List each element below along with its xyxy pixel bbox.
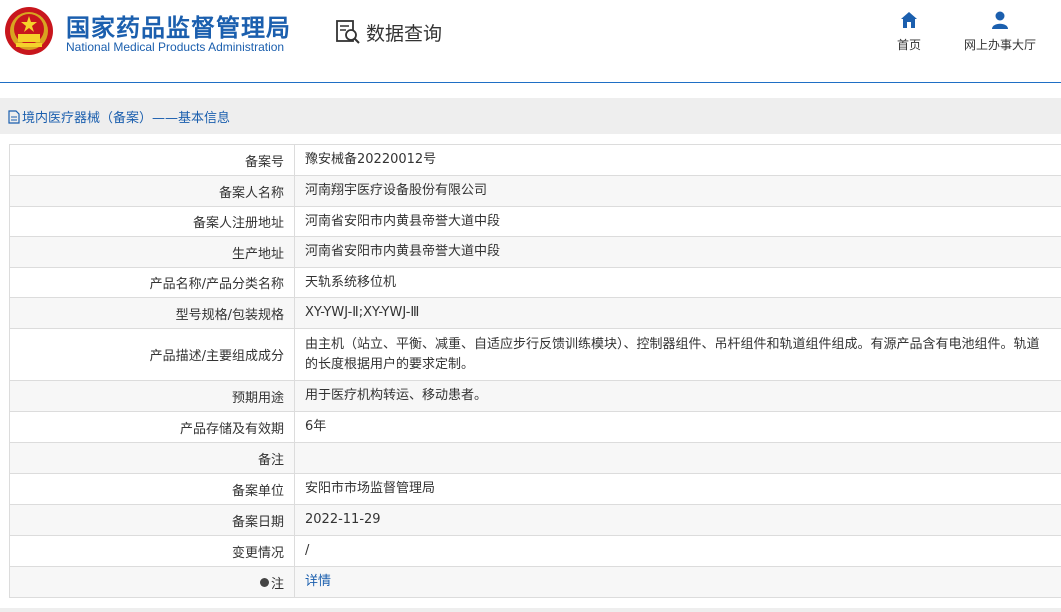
row-value: 6年 — [305, 419, 327, 434]
table-row: 变更情况 / — [10, 536, 1061, 567]
row-value: 河南翔宇医疗设备股份有限公司 — [305, 183, 488, 198]
data-query-label: 数据查询 — [366, 22, 443, 45]
row-label: 备案人名称 — [10, 176, 295, 206]
site-subtitle: National Medical Products Administration — [66, 40, 285, 54]
row-label: 产品存储及有效期 — [10, 412, 295, 442]
note-bulb-icon — [259, 577, 269, 587]
row-value: / — [305, 543, 310, 558]
row-label: 产品名称/产品分类名称 — [10, 268, 295, 297]
row-label: 备案日期 — [10, 505, 295, 535]
details-link[interactable]: 详情 — [305, 572, 331, 592]
row-value: 天轨系统移位机 — [305, 274, 397, 290]
site-title: 国家药品监督管理局 — [66, 14, 291, 42]
site-header: 国家药品监督管理局 National Medical Products Admi… — [0, 0, 1061, 82]
table-row: 备案单位 安阳市市场监督管理局 — [10, 474, 1061, 505]
row-value: 河南省安阳市内黄县帝誉大道中段 — [305, 244, 501, 259]
user-icon — [992, 11, 1008, 29]
row-value — [295, 443, 1061, 473]
row-label: 生产地址 — [10, 237, 295, 267]
table-row: 备案人名称 河南翔宇医疗设备股份有限公司 — [10, 176, 1061, 207]
row-value: 河南省安阳市内黄县帝誉大道中段 — [305, 213, 501, 229]
breadcrumb: 境内医疗器械（备案）——基本信息 — [8, 107, 230, 126]
table-row: 注 详情 — [10, 567, 1061, 598]
row-value: XY-YWJ-Ⅱ;XY-YWJ-Ⅲ — [305, 305, 420, 320]
row-label: 产品描述/主要组成成分 — [10, 329, 295, 380]
data-query-title[interactable]: 数据查询 — [334, 18, 442, 46]
table-row: 预期用途 用于医疗机构转运、移动患者。 — [10, 381, 1061, 412]
breadcrumb-text: 境内医疗器械（备案）——基本信息 — [22, 111, 231, 126]
table-row: 备案号 豫安械备20220012号 — [10, 145, 1061, 176]
table-row: 生产地址 河南省安阳市内黄县帝誉大道中段 — [10, 237, 1061, 268]
row-value: 2022-11-29 — [305, 512, 381, 527]
nav-home[interactable]: 首页 — [892, 10, 926, 53]
row-label: 型号规格/包装规格 — [10, 298, 295, 328]
table-row: 备案人注册地址 河南省安阳市内黄县帝誉大道中段 — [10, 207, 1061, 237]
nav-online-office-label: 网上办事大厅 — [963, 38, 1036, 52]
table-row: 备注 — [10, 443, 1061, 474]
table-row: 型号规格/包装规格 XY-YWJ-Ⅱ;XY-YWJ-Ⅲ — [10, 298, 1061, 329]
home-icon — [901, 12, 917, 28]
row-value: 豫安械备20220012号 — [305, 152, 437, 167]
record-detail-table: 备案号 豫安械备20220012号 备案人名称 河南翔宇医疗设备股份有限公司 备… — [9, 144, 1061, 598]
note-label: 注 — [270, 576, 284, 592]
row-value: 由主机（站立、平衡、减重、自适应步行反馈训练模块）、控制器组件、吊杆组件和轨道组… — [305, 336, 1040, 372]
row-value: 用于医疗机构转运、移动患者。 — [305, 388, 488, 403]
row-label: 备案号 — [10, 145, 295, 175]
row-label: 注 — [10, 567, 295, 597]
table-row: 产品名称/产品分类名称 天轨系统移位机 — [10, 268, 1061, 298]
row-label: 备案单位 — [10, 474, 295, 504]
nav-online-office[interactable]: 网上办事大厅 — [958, 10, 1042, 53]
document-icon — [8, 109, 20, 124]
table-row: 产品描述/主要组成成分 由主机（站立、平衡、减重、自适应步行反馈训练模块）、控制… — [10, 329, 1061, 381]
table-row: 产品存储及有效期 6年 — [10, 412, 1061, 443]
row-label: 备注 — [10, 443, 295, 473]
nav-home-label: 首页 — [896, 38, 921, 52]
row-label: 备案人注册地址 — [10, 207, 295, 236]
national-emblem-icon — [5, 7, 53, 55]
table-row: 备案日期 2022-11-29 — [10, 505, 1061, 536]
footer-band — [0, 608, 1061, 612]
row-value: 安阳市市场监督管理局 — [305, 481, 436, 496]
row-label: 变更情况 — [10, 536, 295, 566]
search-document-icon — [336, 20, 360, 44]
header-divider — [0, 82, 1061, 83]
row-value: 详情 — [295, 567, 1061, 597]
row-label: 预期用途 — [10, 381, 295, 411]
